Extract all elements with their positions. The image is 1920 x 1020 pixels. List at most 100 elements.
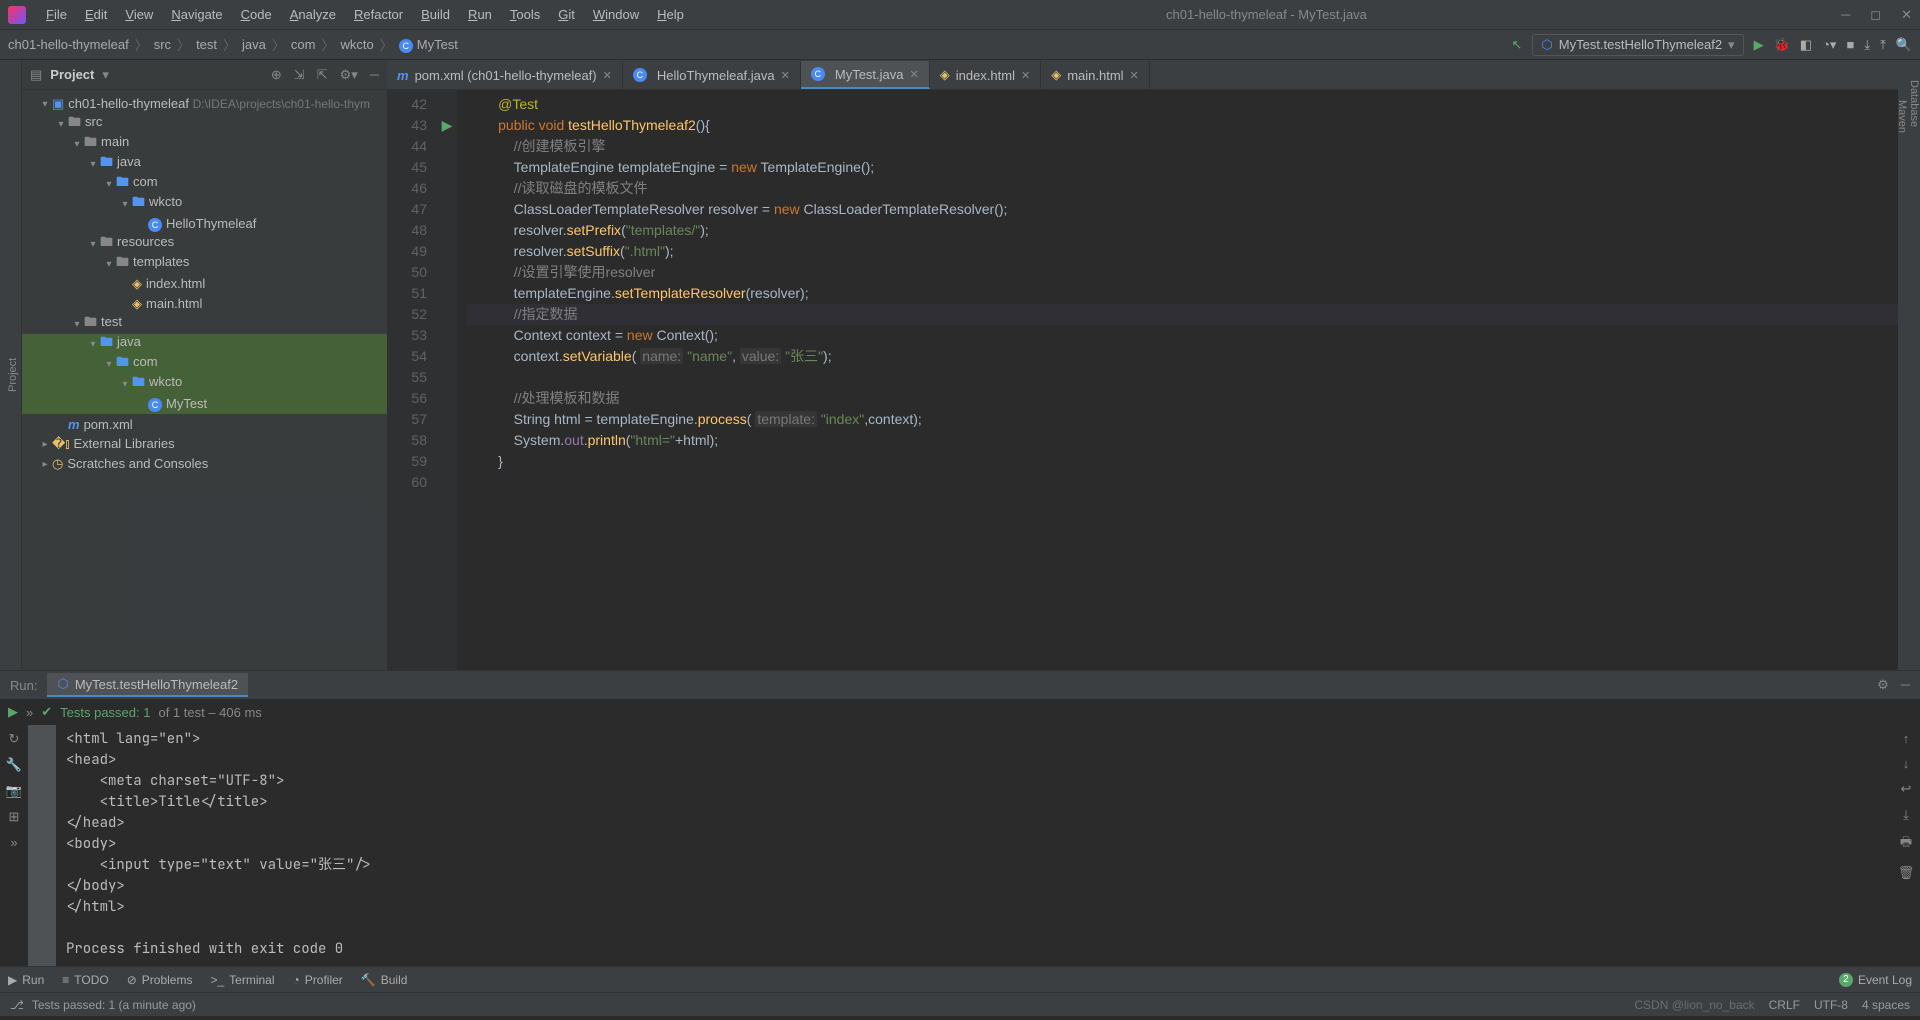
code-text[interactable]: @Test public void testHelloThymeleaf2(){… (457, 90, 1920, 670)
editor-tab[interactable]: ◈index.html✕ (930, 61, 1041, 89)
clear-icon[interactable]: 🗑 (1898, 865, 1915, 881)
more-icon[interactable]: » (10, 835, 17, 850)
tree-item[interactable]: ▾🖿test (22, 314, 387, 334)
maven-tool-tab[interactable]: Maven (1896, 100, 1908, 670)
editor-tab[interactable]: CHelloThymeleaf.java✕ (623, 61, 801, 89)
run-hide-icon[interactable]: ─ (1901, 677, 1910, 693)
bottom-tab-problems[interactable]: ⊘Problems (127, 973, 193, 987)
editor-tab[interactable]: ◈main.html✕ (1041, 61, 1150, 89)
tree-item[interactable]: mpom.xml (22, 414, 387, 434)
menu-refactor[interactable]: Refactor (346, 3, 411, 26)
menu-file[interactable]: File (38, 3, 75, 26)
maximize-icon[interactable]: ◻ (1870, 7, 1881, 23)
breadcrumb-item[interactable]: src (154, 37, 171, 52)
project-tool-tab[interactable]: Project (5, 80, 21, 670)
tree-item[interactable]: ▾🖿main (22, 134, 387, 154)
menu-window[interactable]: Window (585, 3, 647, 26)
git-pull-icon[interactable]: ⤓ (1864, 37, 1870, 53)
menu-edit[interactable]: Edit (77, 3, 115, 26)
console-output[interactable]: <html lang="en"> <head> <meta charset="U… (56, 725, 1892, 966)
layout-icon[interactable]: ⊞ (9, 809, 20, 825)
scroll-end-icon[interactable]: ⤓ (1903, 807, 1909, 823)
app-icon (8, 6, 26, 24)
tree-item[interactable]: ▾🖿java (22, 334, 387, 354)
run-icon[interactable]: ▶ (1754, 37, 1764, 53)
git-branch-icon[interactable]: ⎇ (10, 998, 24, 1012)
tree-item[interactable]: ▾🖿wkcto (22, 374, 387, 394)
menu-navigate[interactable]: Navigate (163, 3, 230, 26)
rerun-icon[interactable]: ▶ (8, 704, 18, 720)
tree-item[interactable]: CHelloThymeleaf (22, 214, 387, 234)
code-area[interactable]: 42434445464748495051525354555657585960 ▶… (387, 90, 1920, 670)
menu-tools[interactable]: Tools (502, 3, 548, 26)
refresh-icon[interactable]: ↻ (9, 731, 20, 747)
bottom-tab-run[interactable]: ▶Run (8, 973, 44, 987)
breadcrumb-item[interactable]: test (196, 37, 217, 52)
status-crlf[interactable]: CRLF (1769, 998, 1800, 1012)
bottom-tab-profiler[interactable]: ◔Profiler (293, 973, 343, 987)
build-icon[interactable]: ↖ (1512, 37, 1523, 53)
locate-icon[interactable]: ⊕ (271, 67, 282, 83)
tree-item[interactable]: CMyTest (22, 394, 387, 414)
collapse-icon[interactable]: ⇱ (317, 67, 328, 83)
tree-item[interactable]: ▾🖿templates (22, 254, 387, 274)
step-icon[interactable]: » (26, 705, 33, 720)
breadcrumb-item[interactable]: CMyTest (399, 37, 458, 53)
bottom-tab-todo[interactable]: ≡TODO (62, 973, 108, 987)
minimize-icon[interactable]: ─ (1841, 7, 1850, 23)
bottom-tab-build[interactable]: 🔨Build (361, 973, 408, 987)
run-settings-icon[interactable]: ⚙ (1877, 677, 1889, 693)
tree-item[interactable]: ▾🖿com (22, 174, 387, 194)
editor-tab[interactable]: mpom.xml (ch01-hello-thymeleaf)✕ (387, 61, 623, 89)
status-indent[interactable]: 4 spaces (1862, 998, 1910, 1012)
coverage-icon[interactable]: ◧ (1800, 37, 1812, 53)
breadcrumb-item[interactable]: wkcto (341, 37, 374, 52)
tree-item[interactable]: ▸◷Scratches and Consoles (22, 454, 387, 474)
breadcrumb-item[interactable]: com (291, 37, 316, 52)
status-encoding[interactable]: UTF-8 (1814, 998, 1848, 1012)
debug-icon[interactable]: 🐞 (1774, 37, 1790, 53)
menu-git[interactable]: Git (550, 3, 583, 26)
breadcrumb-item[interactable]: java (242, 37, 266, 52)
down-icon[interactable]: ↓ (1903, 756, 1910, 771)
project-tree[interactable]: ▾▣ch01-hello-thymeleaf D:\IDEA\projects\… (22, 90, 387, 670)
wrench-icon[interactable]: 🔧 (6, 757, 22, 773)
menu-view[interactable]: View (117, 3, 161, 26)
menu-code[interactable]: Code (233, 3, 280, 26)
tree-item[interactable]: ▾🖿src (22, 114, 387, 134)
print-icon[interactable]: 🖶 (1900, 833, 1912, 855)
tree-item[interactable]: ▾▣ch01-hello-thymeleaf D:\IDEA\projects\… (22, 94, 387, 114)
menu-analyze[interactable]: Analyze (282, 3, 344, 26)
menu-help[interactable]: Help (649, 3, 692, 26)
close-icon[interactable]: ✕ (1901, 7, 1912, 23)
expand-icon[interactable]: ⇲ (294, 67, 305, 83)
tree-item[interactable]: ◈main.html (22, 294, 387, 314)
navigation-bar: ch01-hello-thymeleaf〉src〉test〉java〉com〉w… (0, 30, 1920, 60)
soft-wrap-icon[interactable]: ↩ (1901, 781, 1912, 797)
hide-icon[interactable]: ─ (370, 67, 379, 83)
tree-item[interactable]: ▾🖿com (22, 354, 387, 374)
title-bar: FileEditViewNavigateCodeAnalyzeRefactorB… (0, 0, 1920, 30)
tree-item[interactable]: ▸�⫾External Libraries (22, 434, 387, 454)
menu-run[interactable]: Run (460, 3, 500, 26)
tree-item[interactable]: ▾🖿java (22, 154, 387, 174)
event-log-tab[interactable]: 2Event Log (1839, 973, 1912, 987)
tree-item[interactable]: ◈index.html (22, 274, 387, 294)
profile-icon[interactable]: ◔▾ (1822, 37, 1836, 53)
tree-item[interactable]: ▾🖿resources (22, 234, 387, 254)
tree-item[interactable]: ▾🖿wkcto (22, 194, 387, 214)
editor-tab[interactable]: CMyTest.java✕ (801, 61, 930, 89)
settings-icon[interactable]: ⚙▾ (340, 67, 358, 83)
run-config-selector[interactable]: ⬡ MyTest.testHelloThymeleaf2 ▾ (1532, 34, 1743, 56)
menu-build[interactable]: Build (413, 3, 458, 26)
bottom-tab-terminal[interactable]: >_Terminal (210, 973, 274, 987)
git-push-icon[interactable]: ⤒ (1880, 37, 1886, 53)
stop-icon[interactable]: ■ (1846, 37, 1854, 52)
up-icon[interactable]: ↑ (1903, 731, 1910, 746)
search-icon[interactable]: 🔍 (1896, 37, 1912, 53)
camera-icon[interactable]: 📷 (6, 783, 22, 799)
breadcrumb-item[interactable]: ch01-hello-thymeleaf (8, 37, 129, 52)
run-tab[interactable]: ⬡ MyTest.testHelloThymeleaf2 (47, 673, 248, 697)
database-tool-tab[interactable]: Database (1908, 80, 1920, 670)
structure-tool-tab[interactable]: Structure (0, 440, 5, 670)
